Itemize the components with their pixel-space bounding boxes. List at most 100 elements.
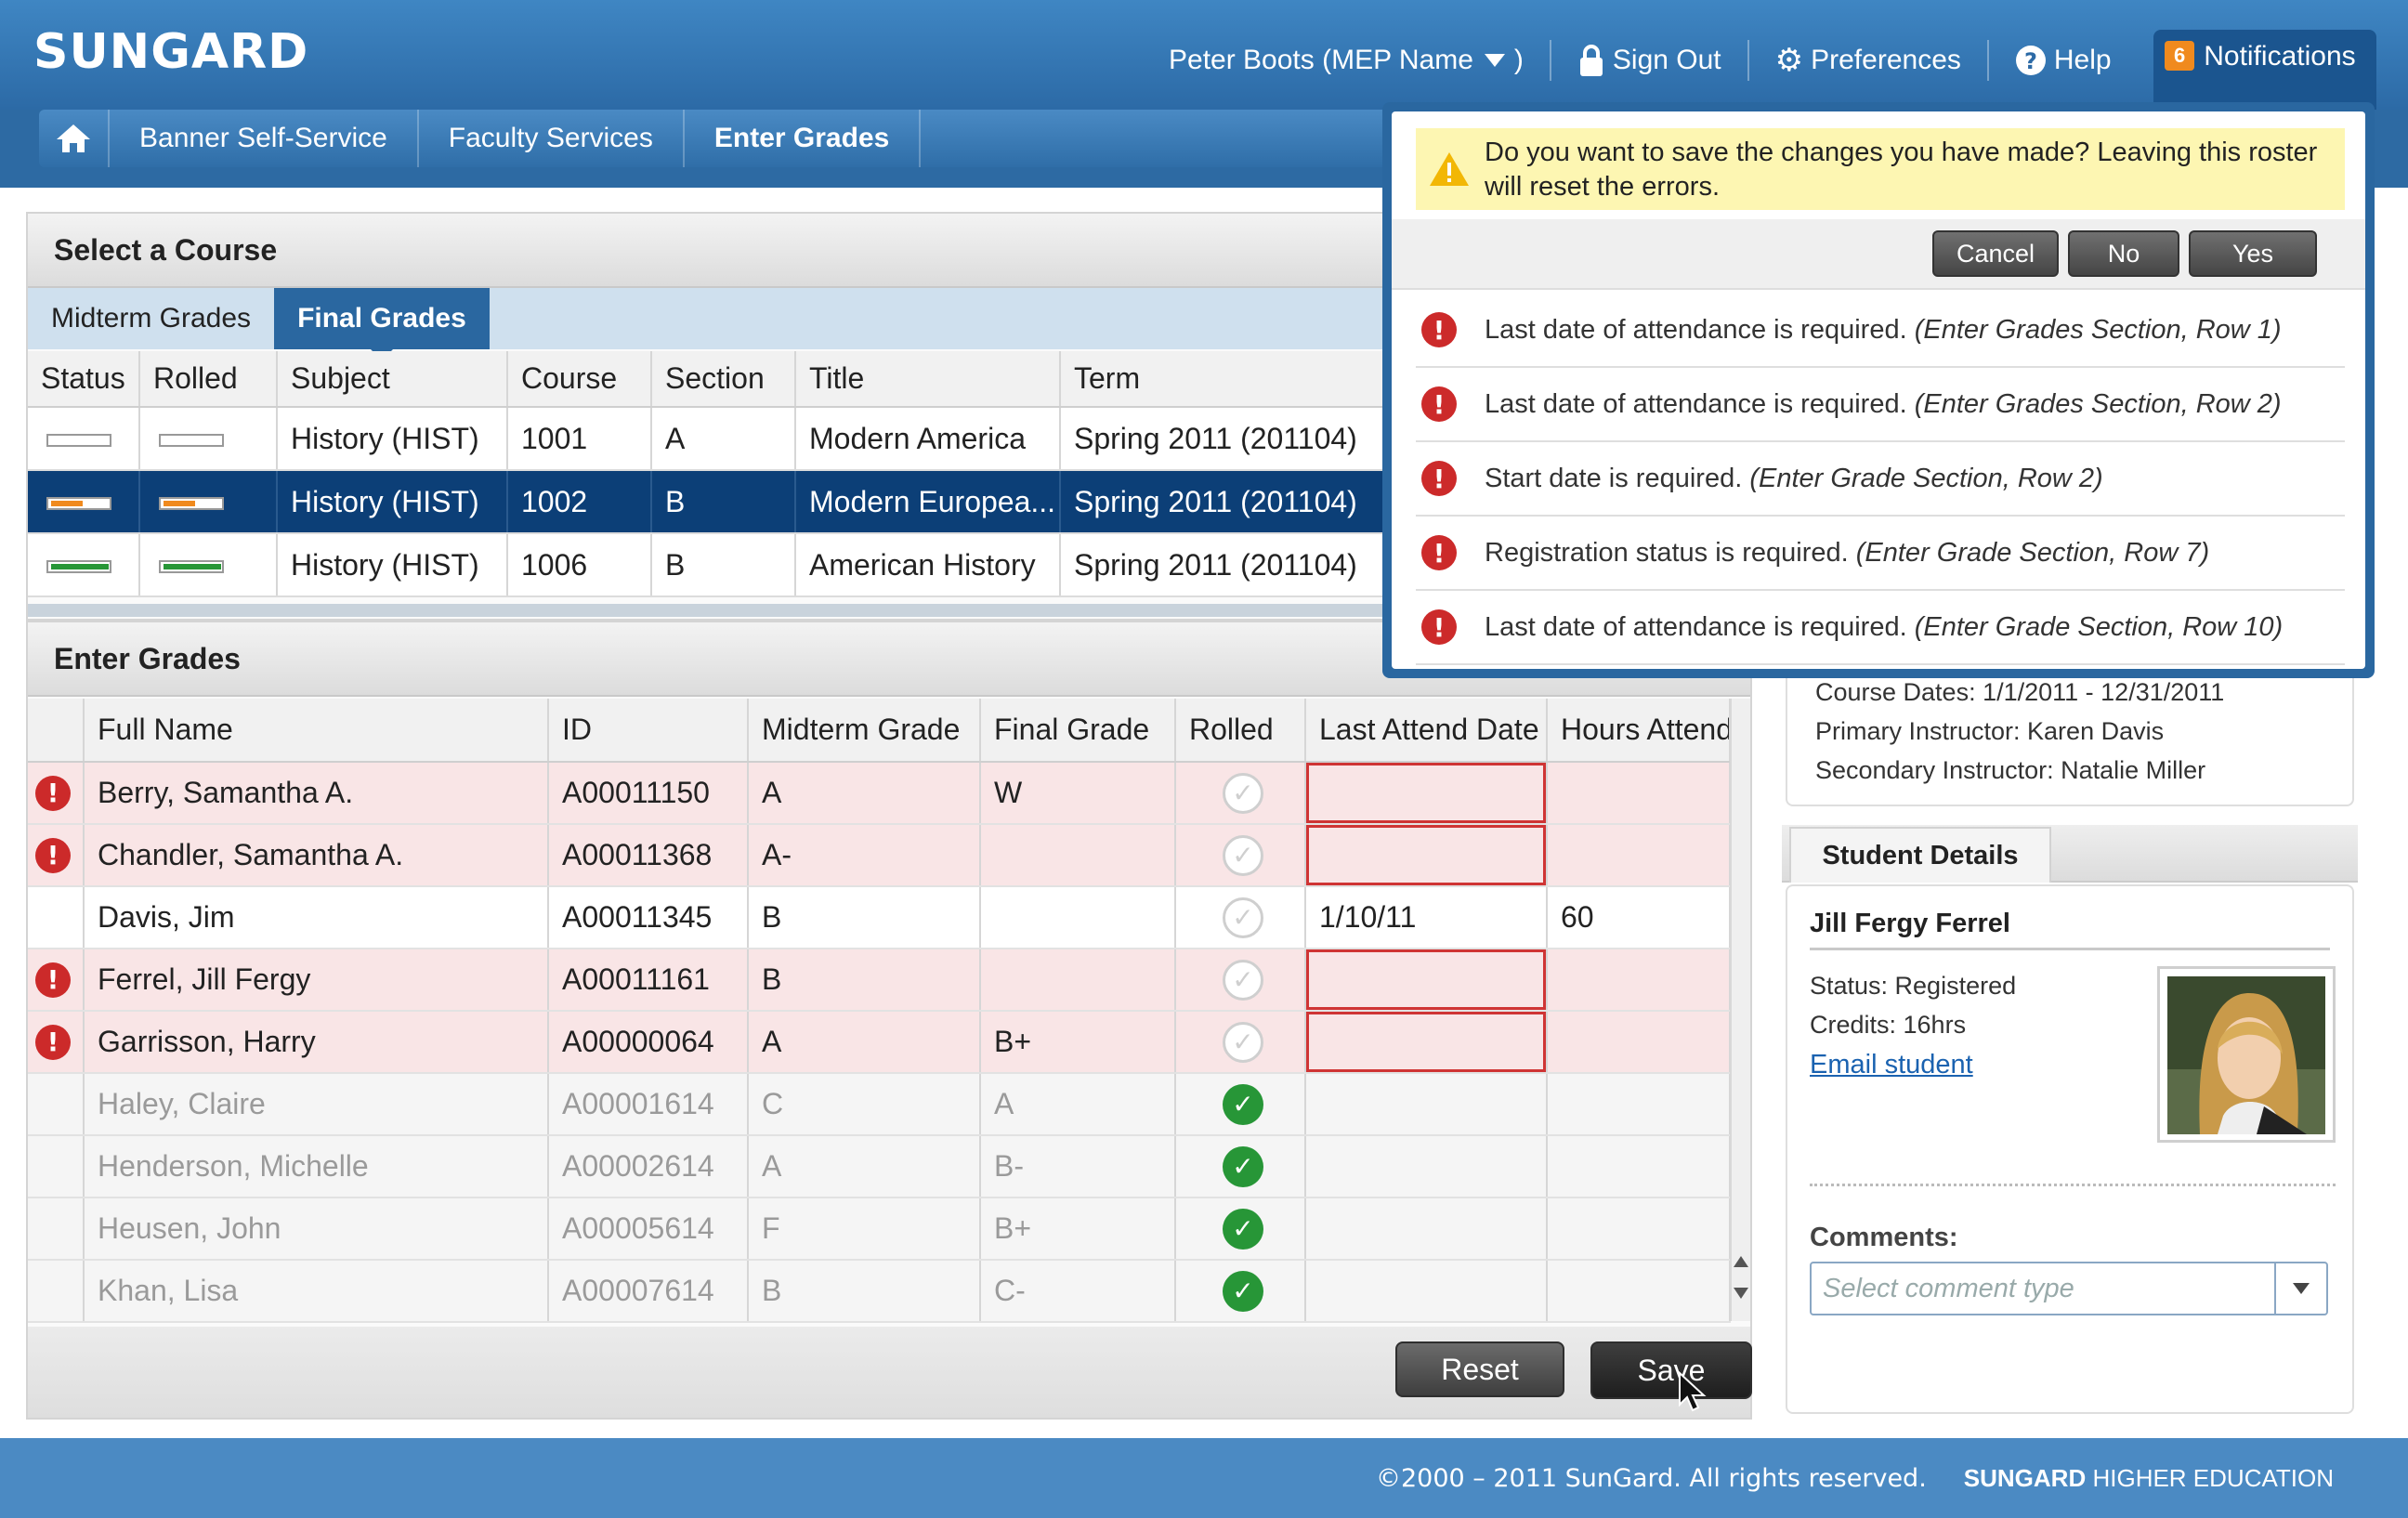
hours-attend-cell[interactable] (1547, 824, 1731, 887)
sign-out-link[interactable]: Sign Out (1577, 44, 1721, 77)
last-attend-date-cell[interactable] (1305, 1260, 1548, 1323)
col-id[interactable]: ID (548, 699, 749, 763)
grade-row[interactable]: Davis, Jim A00011345 B ✓ 1/10/11 60 (28, 886, 1731, 949)
midterm-grade-cell[interactable]: A (748, 762, 981, 825)
full-name-cell[interactable]: Garrisson, Harry (84, 1011, 549, 1074)
col-title[interactable]: Title (795, 351, 1061, 408)
hours-attend-cell[interactable] (1547, 949, 1731, 1012)
hours-attend-cell[interactable] (1547, 1260, 1731, 1323)
tab-final-grades[interactable]: Final Grades (274, 288, 490, 360)
final-grade-cell[interactable]: B- (980, 1135, 1176, 1198)
midterm-grade-cell[interactable]: A (748, 1011, 981, 1074)
col-rolled[interactable]: Rolled (1175, 699, 1306, 763)
breadcrumb-faculty-services[interactable]: Faculty Services (419, 110, 685, 167)
tab-midterm-grades[interactable]: Midterm Grades (28, 288, 274, 349)
sungard-logo[interactable]: SUNGARD (33, 24, 308, 80)
preferences-link[interactable]: ⚙ Preferences (1775, 42, 1961, 79)
error-icon[interactable]: ! (35, 775, 71, 811)
yes-button[interactable]: Yes (2189, 230, 2317, 277)
hours-attend-cell[interactable]: 60 (1547, 886, 1731, 949)
notifications-tab[interactable]: 6 Notifications (2153, 30, 2376, 110)
course-row[interactable]: History (HIST) 1001 A Modern America Spring … (28, 407, 1404, 471)
full-name-cell[interactable]: Berry, Samantha A. (84, 762, 549, 825)
error-item[interactable]: ! Start date is required. (Enter Grade Se… (1416, 442, 2345, 517)
dropdown-button[interactable] (2274, 1263, 2326, 1314)
final-grade-cell[interactable] (980, 824, 1176, 887)
error-icon[interactable]: ! (35, 1024, 71, 1060)
scroll-up-icon[interactable] (1733, 1254, 1749, 1269)
last-attend-date-cell[interactable] (1305, 1135, 1548, 1198)
save-button[interactable]: Save (1590, 1341, 1752, 1412)
error-item[interactable]: ! Last date of attendance is required. (E… (1416, 591, 2345, 665)
grade-row[interactable]: Henderson, Michelle A00002614 A B- ✓ (28, 1135, 1731, 1198)
midterm-grade-cell[interactable]: B (748, 886, 981, 949)
col-final-grade[interactable]: Final Grade (980, 699, 1176, 763)
full-name-cell[interactable]: Ferrel, Jill Fergy (84, 949, 549, 1012)
final-grade-cell[interactable]: C- (980, 1260, 1176, 1323)
email-student-link[interactable]: Email student (1810, 1050, 1973, 1080)
course-row[interactable]: History (HIST) 1002 B Modern Europea... Spri… (28, 470, 1404, 534)
last-attend-date-cell[interactable] (1305, 762, 1548, 825)
midterm-grade-cell[interactable]: C (748, 1073, 981, 1136)
last-attend-date-cell[interactable] (1305, 1011, 1548, 1074)
col-subject[interactable]: Subject (277, 351, 508, 408)
breadcrumb-home[interactable] (39, 110, 110, 167)
col-term[interactable]: Term (1060, 351, 1404, 408)
grade-row[interactable]: ! Ferrel, Jill Fergy A00011161 B ✓ (28, 949, 1731, 1012)
full-name-cell[interactable]: Chandler, Samantha A. (84, 824, 549, 887)
hours-attend-cell[interactable] (1547, 762, 1731, 825)
no-button[interactable]: No (2068, 230, 2179, 277)
grade-row[interactable]: ! Garrisson, Harry A00000064 A B+ ✓ (28, 1011, 1731, 1074)
final-grade-cell[interactable]: W (980, 762, 1176, 825)
hours-attend-cell[interactable] (1547, 1197, 1731, 1261)
grade-row[interactable]: ! Chandler, Samantha A. A00011368 A- ✓ (28, 824, 1731, 887)
grade-row[interactable]: Haley, Claire A00001614 C A ✓ (28, 1073, 1731, 1136)
error-item[interactable]: ! Last date of attendance is required. (E… (1416, 294, 2345, 368)
col-section[interactable]: Section (651, 351, 796, 408)
final-grade-cell[interactable]: B+ (980, 1197, 1176, 1261)
midterm-grade-cell[interactable]: A (748, 1135, 981, 1198)
col-full-name[interactable]: Full Name (84, 699, 549, 763)
reset-button[interactable]: Reset (1395, 1341, 1564, 1397)
breadcrumb-banner-self-service[interactable]: Banner Self-Service (110, 110, 419, 167)
error-item[interactable]: ! Last date of attendance is required. (E… (1416, 368, 2345, 442)
hours-attend-cell[interactable] (1547, 1135, 1731, 1198)
grade-row[interactable]: ! Berry, Samantha A. A00011150 A W ✓ (28, 762, 1731, 825)
error-icon[interactable]: ! (35, 837, 71, 873)
midterm-grade-cell[interactable]: B (748, 1260, 981, 1323)
last-attend-date-cell[interactable] (1305, 949, 1548, 1012)
final-grade-cell[interactable] (980, 886, 1176, 949)
course-row[interactable]: History (HIST) 1006 B American History Sprin… (28, 533, 1404, 597)
error-item[interactable]: ! Registration status is required. (Enter… (1416, 517, 2345, 591)
hours-attend-cell[interactable] (1547, 1011, 1731, 1074)
col-hours-attend[interactable]: Hours Attend (1547, 699, 1731, 763)
help-link[interactable]: ? Help (2015, 45, 2112, 76)
final-grade-cell[interactable]: A (980, 1073, 1176, 1136)
cancel-button[interactable]: Cancel (1932, 230, 2059, 277)
scroll-down-icon[interactable] (1733, 1286, 1749, 1301)
col-course[interactable]: Course (507, 351, 652, 408)
full-name-cell[interactable]: Heusen, John (84, 1197, 549, 1261)
last-attend-date-cell[interactable] (1305, 1197, 1548, 1261)
last-attend-date-cell[interactable] (1305, 824, 1548, 887)
final-grade-cell[interactable]: B+ (980, 1011, 1176, 1074)
last-attend-date-cell[interactable]: 1/10/11 (1305, 886, 1548, 949)
hours-attend-cell[interactable] (1547, 1073, 1731, 1136)
tab-student-details[interactable]: Student Details (1789, 827, 2051, 883)
full-name-cell[interactable]: Khan, Lisa (84, 1260, 549, 1323)
error-icon[interactable]: ! (35, 962, 71, 998)
last-attend-date-cell[interactable] (1305, 1073, 1548, 1136)
final-grade-cell[interactable] (980, 949, 1176, 1012)
grade-row[interactable]: Heusen, John A00005614 F B+ ✓ (28, 1197, 1731, 1261)
full-name-cell[interactable]: Henderson, Michelle (84, 1135, 549, 1198)
midterm-grade-cell[interactable]: F (748, 1197, 981, 1261)
midterm-grade-cell[interactable]: A- (748, 824, 981, 887)
col-status[interactable]: Status (28, 351, 140, 408)
col-rolled[interactable]: Rolled (139, 351, 278, 408)
col-midterm-grade[interactable]: Midterm Grade (748, 699, 981, 763)
full-name-cell[interactable]: Davis, Jim (84, 886, 549, 949)
full-name-cell[interactable]: Haley, Claire (84, 1073, 549, 1136)
col-last-attend-date[interactable]: Last Attend Date (1305, 699, 1548, 763)
comment-type-select[interactable]: Select comment type (1810, 1262, 2328, 1315)
grades-scrollbar[interactable] (1730, 699, 1750, 1321)
